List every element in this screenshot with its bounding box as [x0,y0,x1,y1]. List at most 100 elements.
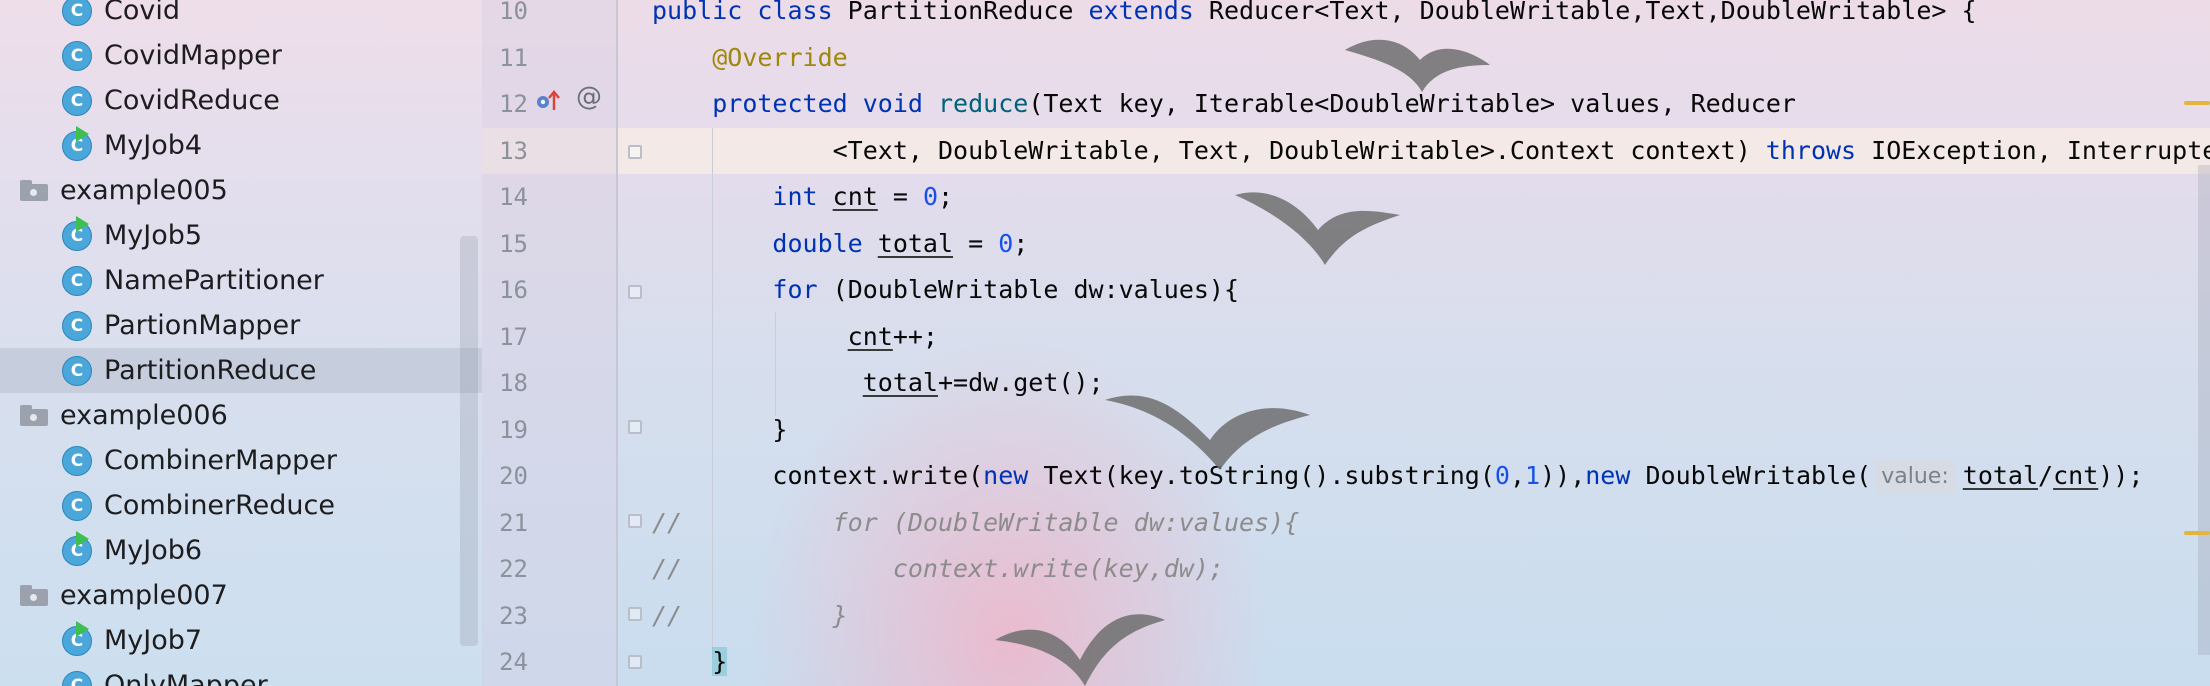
code-line[interactable]: total+=dw.get(); [652,360,1104,406]
code-token: 0 [1494,461,1510,490]
class-icon: C [62,490,92,521]
fold-marker-line-13[interactable] [628,145,642,159]
code-token: )), [1540,461,1586,490]
runnable-class-icon: C [62,530,92,566]
fold-marker-line-16[interactable] [628,285,642,299]
code-line[interactable]: double total = 0; [652,221,1028,267]
line-number: 15 [499,229,528,258]
tree-item-label: OnlyMapper [104,670,268,686]
fold-marker-line-24[interactable] [628,655,642,669]
tree-class-item[interactable]: C Covid [0,0,482,33]
tree-class-item[interactable]: C PartionMapper [0,303,482,348]
project-tree[interactable]: C Covid C CovidMapper C CovidReduce C MyJob4 exa… [0,0,482,686]
code-line[interactable]: context.write(new Text(key.toString().su… [652,453,2143,499]
code-line[interactable]: int cnt = 0; [652,174,953,220]
fold-marker-line-23[interactable] [628,607,642,621]
tree-class-item[interactable]: C NamePartitioner [0,258,482,303]
code-token: 0 [998,228,1014,258]
code-token: total [862,368,938,397]
tree-class-item[interactable]: C CombinerMapper [0,438,482,483]
tree-item-label: NamePartitioner [104,265,324,296]
tree-class-item[interactable]: C MyJob6 [0,528,482,573]
line-number: 13 [499,136,528,165]
code-line[interactable]: // context.write(key,dw); [652,546,1224,592]
tree-class-item[interactable]: C MyJob7 [0,618,482,663]
code-token: cnt [847,321,893,351]
code-token: ; [938,182,954,211]
code-line[interactable]: for (DoubleWritable dw:values){ [652,267,1239,313]
code-token: )); [2098,461,2144,490]
tree-item-label: example005 [60,175,228,206]
override-icon[interactable] [536,88,560,112]
line-number: 21 [499,508,528,537]
tree-class-item[interactable]: C OnlyMapper [0,663,482,686]
code-token: double [772,228,878,258]
tree-package-item[interactable]: example006 [0,393,482,438]
runnable-class-icon: C [62,620,92,656]
tree-item-label: CovidReduce [104,85,280,116]
run-badge-icon [76,530,89,547]
tree-class-item[interactable]: C CovidReduce [0,78,482,123]
tree-item-label: example006 [60,400,228,431]
code-token: @Override [712,42,848,72]
code-token: int [772,182,833,211]
project-tree-scrollbar[interactable] [460,236,478,646]
code-line[interactable]: // } [652,593,848,639]
line-number: 14 [499,183,528,211]
code-line[interactable]: cnt++; [652,314,938,360]
code-token: DoubleWritable( [1645,461,1872,490]
annotation-at-icon[interactable]: @ [576,82,602,112]
code-line[interactable]: public class PartitionReduce extends Red… [652,0,1977,34]
code-token: <Text, DoubleWritable, Text, DoubleWrita… [652,135,1766,165]
code-line[interactable]: protected void reduce(Text key, Iterable… [652,81,1796,127]
tree-class-item[interactable]: C PartitionReduce [0,348,482,393]
code-token: extends [1088,0,1209,25]
class-icon: C [62,670,92,686]
code-line[interactable]: @Override [652,35,848,81]
scroll-marker [2184,531,2210,535]
code-editor[interactable]: 10 11 12 13 14 15 16 17 18 19 20 21 22 23 24 @ public … [482,0,2210,686]
code-token: 0 [922,182,939,211]
code-token: // } [652,600,848,630]
code-token: throws [1765,135,1872,165]
tree-item-label: MyJob6 [104,535,203,566]
package-folder-icon [20,405,48,426]
code-token: // context.write(key,dw); [652,554,1224,583]
code-token: PartitionReduce [847,0,1089,25]
code-line[interactable]: } [652,639,728,685]
class-icon-letter: C [70,495,84,516]
code-line[interactable]: // for (DoubleWritable dw:values){ [652,500,1299,546]
tree-package-item[interactable]: example005 [0,168,482,213]
code-token: total [877,228,954,258]
class-icon: C [62,445,92,476]
code-token: new [983,461,1044,490]
code-token: for [772,275,833,304]
tree-class-item[interactable]: C MyJob4 [0,123,482,168]
tree-class-item[interactable]: C MyJob5 [0,213,482,258]
line-number: 17 [499,322,528,351]
code-line[interactable]: } [652,407,787,453]
line-number: 10 [499,0,528,25]
fold-marker-line-21[interactable] [628,514,642,528]
package-folder-icon [20,180,48,201]
code-token: , [1509,461,1526,490]
editor-scrollbar[interactable] [2198,165,2210,655]
code-token: cnt [2053,461,2099,490]
code-token: context.write( [652,461,984,490]
class-icon-letter: C [70,450,84,471]
fold-marker-line-19[interactable] [628,420,642,434]
class-icon-letter: C [70,90,84,111]
code-token: // for (DoubleWritable dw:values){ [652,507,1300,537]
tree-class-item[interactable]: C CombinerReduce [0,483,482,528]
tree-package-item[interactable]: example007 [0,573,482,618]
tree-item-label: MyJob7 [104,625,203,656]
tree-item-label: CovidMapper [104,40,282,71]
run-badge-icon [76,125,89,142]
runnable-class-icon: C [62,215,92,251]
code-line[interactable]: <Text, DoubleWritable, Text, DoubleWrita… [652,128,2210,174]
tree-class-item[interactable]: C CovidMapper [0,33,482,78]
